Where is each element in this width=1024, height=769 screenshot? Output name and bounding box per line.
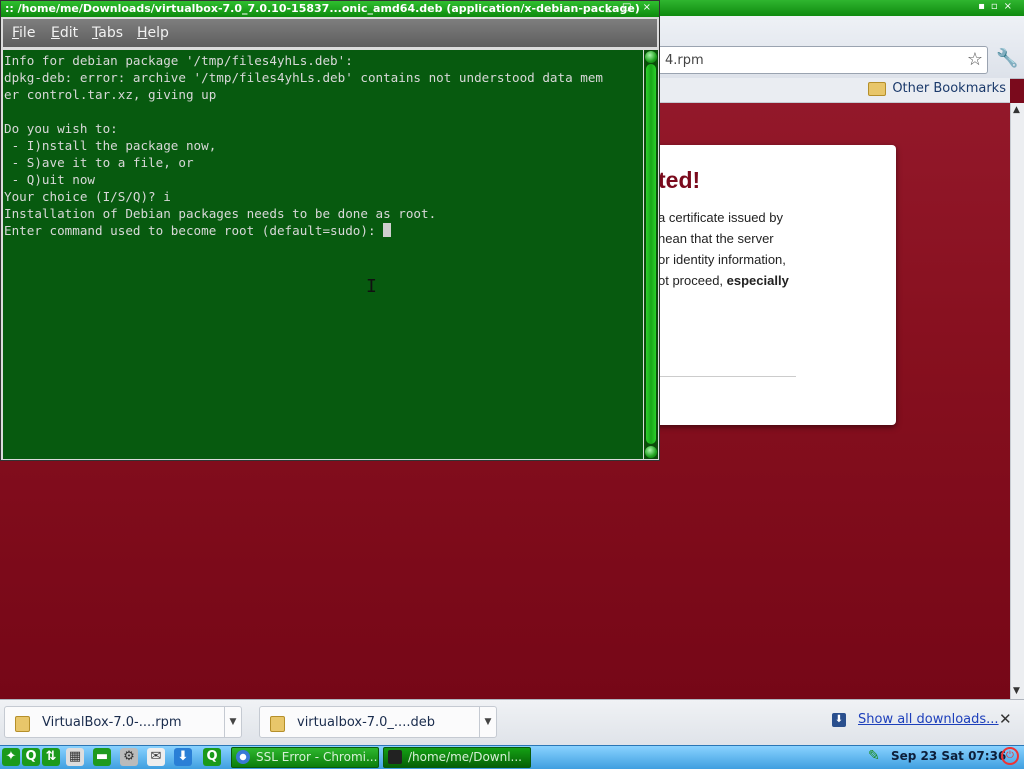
- ssl-body-line: ot proceed, especially: [658, 270, 896, 291]
- address-bar-text: 4.rpm: [665, 53, 704, 68]
- package-file-icon: [15, 716, 30, 732]
- menu-edit[interactable]: Edit: [51, 25, 78, 41]
- ssl-body-emphasis: especially: [726, 273, 789, 288]
- download-item[interactable]: virtualbox-7.0_....deb ▼: [259, 706, 497, 738]
- ssl-body-line: or identity information,: [658, 252, 786, 267]
- terminal-menubar: File Edit Tabs Help: [3, 19, 657, 47]
- other-bookmarks-label: Other Bookmarks: [892, 81, 1006, 96]
- terminal-launcher-icon[interactable]: ▬: [93, 748, 111, 766]
- terminal-titlebar[interactable]: :: /home/me/Downloads/virtualbox-7.0_7.0…: [1, 1, 659, 17]
- dropdown-arrow-icon[interactable]: ▼: [224, 707, 241, 737]
- ssl-error-card: ted! a certificate issued by nean that t…: [620, 145, 896, 425]
- menu-mnemonic: E: [51, 25, 60, 41]
- terminal-output-area[interactable]: Info for debian package '/tmp/files4yhLs…: [3, 50, 643, 459]
- menu-help[interactable]: Help: [137, 25, 169, 41]
- menu-file[interactable]: File: [12, 25, 35, 41]
- package-file-icon: [270, 716, 285, 732]
- wrench-menu-icon[interactable]: 🔧: [996, 48, 1018, 69]
- show-all-downloads-link[interactable]: Show all downloads...: [858, 712, 999, 727]
- close-shelf-icon[interactable]: ✕: [999, 710, 1012, 728]
- download-icon: ⬇: [832, 713, 846, 727]
- taskbar: ✦ Q ⇅ ▦ ▬ ⚙ ✉ ⬇ Q SSL Error - Chromi... …: [0, 745, 1024, 769]
- task-label: /home/me/Downl...: [408, 750, 522, 764]
- menu-label: ile: [19, 25, 36, 41]
- ssl-error-body: a certificate issued by nean that the se…: [658, 207, 896, 291]
- menu-mnemonic: F: [12, 25, 20, 41]
- other-bookmarks-button[interactable]: Other Bookmarks: [868, 81, 1006, 96]
- scroll-down-icon[interactable]: ▼: [1013, 686, 1020, 696]
- download-item-name: virtualbox-7.0_....deb: [297, 715, 435, 730]
- scroll-up-icon[interactable]: ▲: [1013, 105, 1020, 115]
- ssl-error-title: ted!: [658, 167, 701, 193]
- terminal-window: :: /home/me/Downloads/virtualbox-7.0_7.0…: [0, 0, 660, 461]
- chromium-window-controls[interactable]: ▪▫×: [978, 1, 1018, 12]
- terminal-text: Info for debian package '/tmp/files4yhLs…: [4, 52, 603, 239]
- task-terminal[interactable]: /home/me/Downl...: [383, 747, 531, 768]
- menu-mnemonic: H: [137, 25, 148, 41]
- terminal-output: Info for debian package '/tmp/files4yhLs…: [4, 53, 603, 238]
- terminal-scrollbar[interactable]: [644, 50, 658, 459]
- page-scrollbar[interactable]: ▲ ▼: [1010, 103, 1024, 699]
- download-item-name: VirtualBox-7.0-....rpm: [42, 715, 182, 730]
- terminal-scroll-thumb[interactable]: [646, 64, 656, 444]
- scroll-down-icon[interactable]: [645, 446, 657, 458]
- text-cursor: [383, 223, 392, 237]
- task-label: SSL Error - Chromi...: [256, 750, 378, 764]
- scroll-up-icon[interactable]: [645, 51, 657, 63]
- chromium-icon: [236, 750, 250, 764]
- menu-label: elp: [147, 25, 169, 41]
- ssl-body-line: nean that the server: [658, 231, 774, 246]
- terminal-window-controls[interactable]: _ □ ×: [606, 2, 655, 13]
- menu-tabs[interactable]: Tabs: [92, 25, 123, 41]
- download-icon[interactable]: ⬇: [174, 748, 192, 766]
- clock[interactable]: Sep 23 Sat 07:36: [891, 749, 1006, 763]
- mail-icon[interactable]: ✉: [147, 748, 165, 766]
- quick-launch-q-icon[interactable]: Q: [203, 748, 221, 766]
- dropdown-arrow-icon[interactable]: ▼: [479, 707, 496, 737]
- download-item[interactable]: VirtualBox-7.0-....rpm ▼: [4, 706, 242, 738]
- task-chromium[interactable]: SSL Error - Chromi...: [231, 747, 379, 768]
- network-icon[interactable]: ✎: [868, 748, 880, 764]
- ssl-body-text: ot proceed,: [658, 273, 727, 288]
- folder-icon: [868, 81, 887, 96]
- terminal-title: :: /home/me/Downloads/virtualbox-7.0_7.0…: [5, 2, 640, 15]
- download-shelf: VirtualBox-7.0-....rpm ▼ virtualbox-7.0_…: [0, 699, 1024, 746]
- address-bar[interactable]: 4.rpm ☆: [652, 46, 988, 74]
- desktop-icon[interactable]: ▦: [66, 748, 84, 766]
- ssl-separator: [658, 376, 796, 377]
- terminal-icon: [388, 750, 402, 764]
- settings-gear-icon[interactable]: ⚙: [120, 748, 138, 766]
- bookmark-star-icon[interactable]: ☆: [967, 49, 983, 70]
- q-launcher-icon[interactable]: Q: [22, 748, 40, 766]
- ssl-body-line: a certificate issued by: [658, 210, 784, 225]
- ibeam-cursor-icon: I: [366, 276, 377, 297]
- menu-label: abs: [98, 25, 123, 41]
- menu-launcher-icon[interactable]: ✦: [2, 748, 20, 766]
- menu-label: dit: [59, 25, 79, 41]
- power-icon[interactable]: ⏻: [1001, 747, 1019, 765]
- arrows-icon[interactable]: ⇅: [42, 748, 60, 766]
